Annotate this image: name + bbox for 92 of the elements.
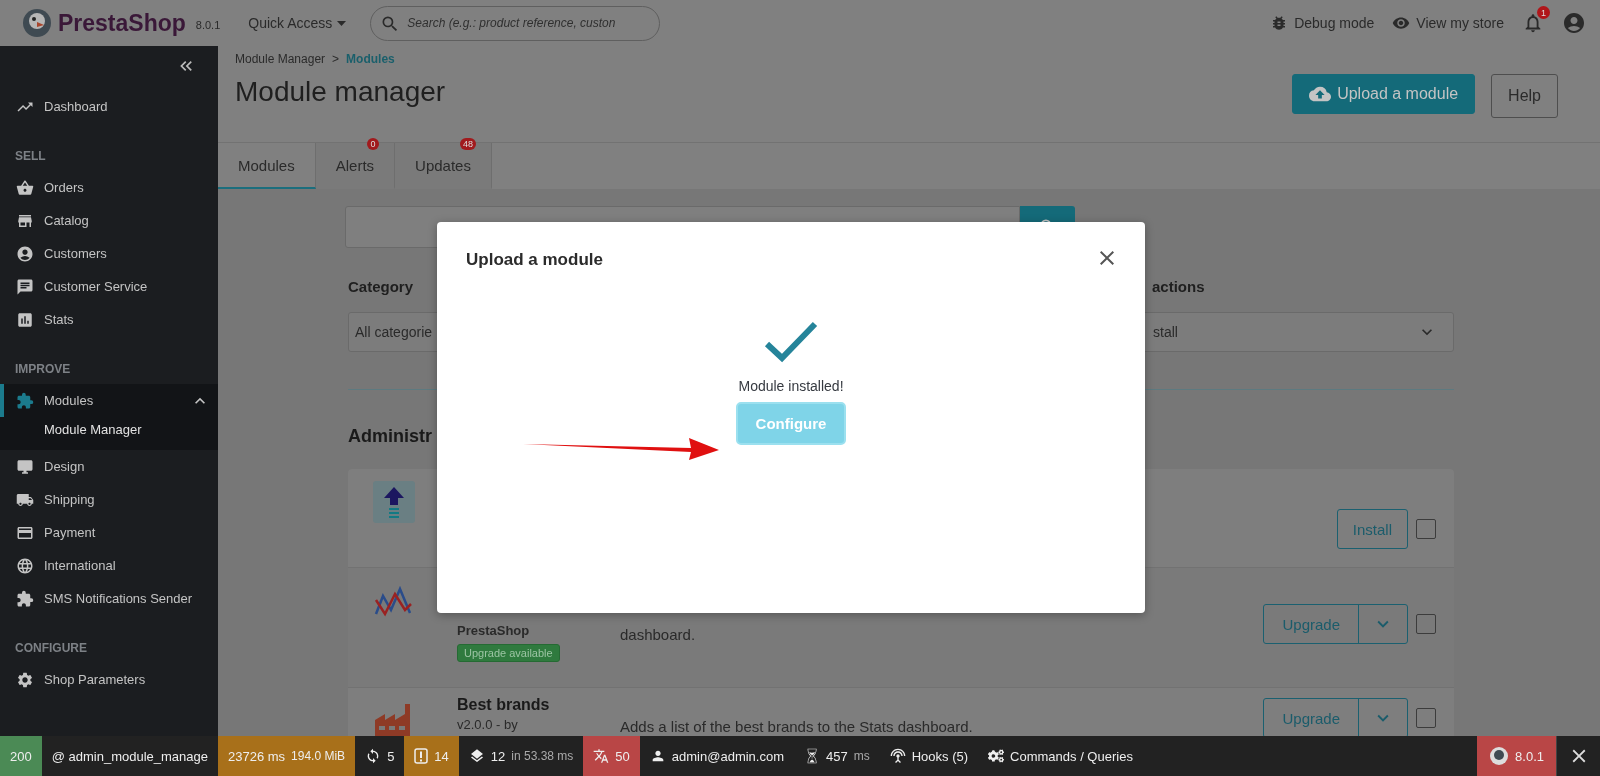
help-button[interactable]: Help xyxy=(1491,74,1558,118)
version-item[interactable]: 8.0.1 xyxy=(1477,736,1556,776)
debug-value: 14 xyxy=(434,748,449,764)
gears-icon xyxy=(988,748,1005,764)
sidebar-item[interactable]: Design xyxy=(0,450,218,483)
caret-icon xyxy=(337,20,347,26)
puffin-logo-icon xyxy=(1489,746,1510,766)
sidebar-item[interactable]: Modules xyxy=(0,384,218,417)
sidebar-section-title: IMPROVE xyxy=(14,361,72,378)
tab-count-badge: 0 xyxy=(367,138,380,150)
debug-value: 23726 ms xyxy=(228,748,286,764)
sidebar-item[interactable]: SMS Notifications Sender xyxy=(0,582,218,615)
debug-toolbar-item[interactable]: 457 ms xyxy=(794,736,880,776)
success-message: Module installed! xyxy=(738,378,844,394)
debug-toolbar-item[interactable]: 5 xyxy=(355,736,405,776)
basket-icon xyxy=(16,178,34,197)
monitor-icon xyxy=(16,457,34,476)
debug-detail: in 53.38 ms xyxy=(511,749,574,763)
sidebar-item[interactable]: International xyxy=(0,549,218,582)
tab[interactable]: Modules xyxy=(218,143,316,189)
sidebar-item[interactable]: Stats xyxy=(0,303,218,336)
account-icon[interactable] xyxy=(1562,11,1586,35)
puffin-logo-icon xyxy=(22,8,52,38)
upgrade-available-badge: Upgrade available xyxy=(457,644,560,662)
checkbox[interactable] xyxy=(1416,519,1436,539)
sidebar-item[interactable]: Catalog xyxy=(0,204,218,237)
sidebar-item[interactable]: Customer Service xyxy=(0,270,218,303)
dialog-title: Upload a module xyxy=(466,250,603,270)
debug-value: 50 xyxy=(615,748,630,764)
filter-label: Category xyxy=(348,278,415,297)
module-description: Adds a list of the best brands to the Stats dashboard. xyxy=(620,717,974,735)
debug-value: @ admin_module_manage xyxy=(51,748,208,764)
module-name: Best brands xyxy=(457,696,551,714)
debug-mode-link[interactable]: Debug mode xyxy=(1270,14,1375,32)
debug-toolbar-item[interactable]: admin@admin.com xyxy=(639,736,794,776)
view-store-link[interactable]: View my store xyxy=(1392,14,1504,32)
sidebar-item[interactable]: Customers xyxy=(0,237,218,270)
checkbox[interactable] xyxy=(1416,708,1436,728)
route-name[interactable]: @ admin_module_manage xyxy=(41,736,218,776)
sidebar-item[interactable]: Shipping xyxy=(0,483,218,516)
debug-value: 8.0.1 xyxy=(1515,748,1544,764)
debug-value: admin@admin.com xyxy=(671,748,784,764)
debug-detail: 194.0 MiB xyxy=(291,749,346,763)
debug-value: 457 xyxy=(826,748,848,764)
breadcrumb-link[interactable]: Module Manager xyxy=(235,52,326,66)
debug-toolbar-item[interactable]: 23726 ms 194.0 MiB xyxy=(218,736,356,776)
tab-count-badge: 48 xyxy=(459,138,476,150)
module-author: PrestaShop xyxy=(457,623,531,638)
checkmark-icon xyxy=(764,320,818,364)
sidebar-section-title: SELL xyxy=(14,148,47,165)
debug-toolbar-item[interactable]: Commands / Queries xyxy=(978,736,1143,776)
debug-value: 200 xyxy=(10,748,32,764)
search-field[interactable]: Search (e.g.: product reference, custon xyxy=(370,5,661,41)
breadcrumb-separator: > xyxy=(332,52,340,66)
debug-toolbar-item[interactable]: 200 xyxy=(0,736,42,776)
puzzle-piece-icon xyxy=(16,391,34,410)
sidebar-subitem[interactable]: Module Manager xyxy=(0,417,218,450)
sidebar-item[interactable]: Shop Parameters xyxy=(0,663,218,696)
antenna-icon xyxy=(889,748,906,764)
debug-value: Commands / Queries xyxy=(1010,748,1133,764)
notification-count: 1 xyxy=(1537,6,1550,19)
sidebar-section-title: CONFIGURE xyxy=(14,640,88,657)
module-version: v2.0.0 - by xyxy=(457,717,519,732)
debug-value: 12 xyxy=(490,748,506,764)
page-title: Module manager xyxy=(235,76,446,108)
quick-access-menu[interactable]: Quick Access xyxy=(248,15,347,31)
debug-value: 5 xyxy=(387,748,395,764)
sidebar-item[interactable]: Payment xyxy=(0,516,218,549)
filter-label: actions xyxy=(1151,278,1206,297)
checkbox[interactable] xyxy=(1416,614,1436,634)
section-title: Administr xyxy=(348,426,433,447)
debug-detail: ms xyxy=(853,749,870,763)
eye-icon xyxy=(1392,14,1411,32)
exclamation-icon xyxy=(414,748,429,764)
brand-logo-text: PrestaShop xyxy=(58,9,186,37)
sidebar-item[interactable]: Dashboard xyxy=(0,90,218,123)
debug-toolbar-item[interactable]: 14 xyxy=(404,736,459,776)
upload-module-button[interactable]: Upload a module xyxy=(1292,74,1476,114)
sidebar-item[interactable]: Orders xyxy=(0,171,218,204)
settings-icon xyxy=(16,670,34,689)
chat-bubble-icon xyxy=(16,277,34,296)
globe-icon xyxy=(16,556,34,575)
debug-toolbar-item[interactable]: Hooks (5) xyxy=(879,736,979,776)
debug-value: Hooks (5) xyxy=(911,748,969,764)
puzzle-piece-icon xyxy=(16,589,34,608)
module-description: dashboard. xyxy=(620,625,697,643)
bar-chart-icon xyxy=(16,310,34,329)
translate-icon xyxy=(593,748,610,764)
debug-toolbar-item[interactable]: 12 in 53.38 ms xyxy=(458,736,584,776)
version-text: 8.0.1 xyxy=(195,19,221,31)
debug-toolbar-item[interactable]: 50 xyxy=(583,736,640,776)
layers-icon xyxy=(468,748,485,764)
